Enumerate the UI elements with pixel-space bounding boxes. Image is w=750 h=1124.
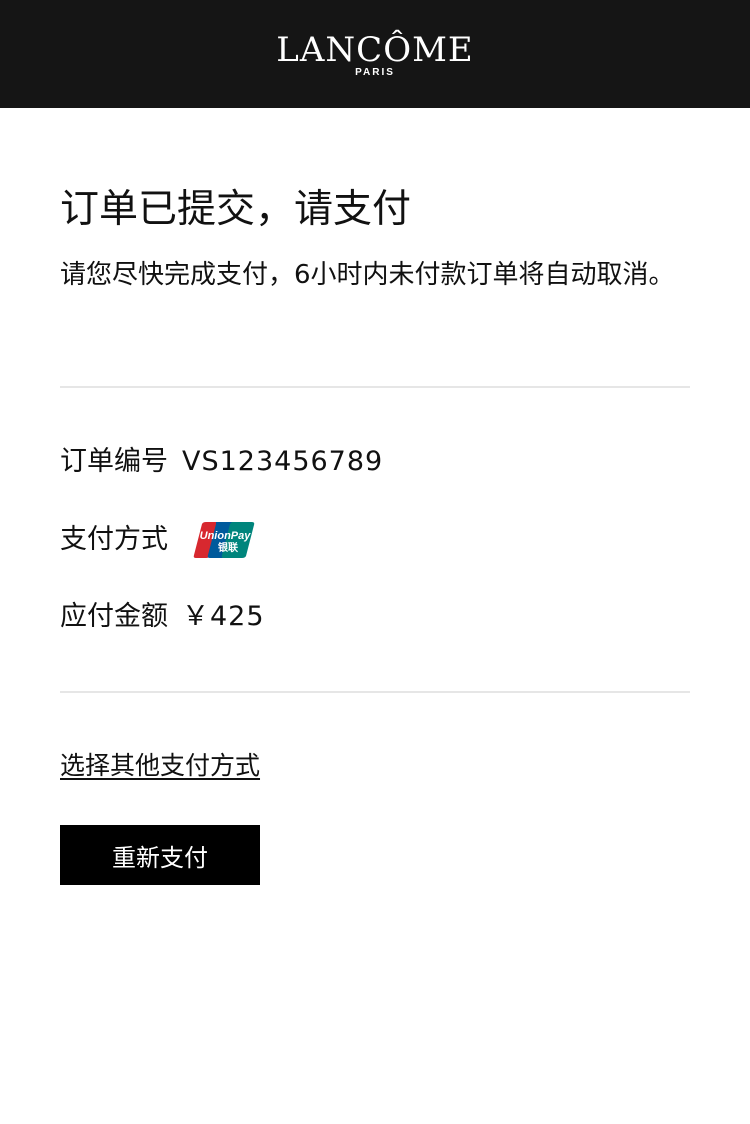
payment-method-label: 支付方式 [60, 524, 168, 555]
amount-due-value: ￥425 [182, 601, 265, 632]
svg-text:UnionPay: UnionPay [200, 530, 252, 542]
divider-top [60, 386, 690, 388]
page-title: 订单已提交，请支付 [60, 187, 412, 232]
svg-text:银联: 银联 [218, 541, 238, 554]
brand-logo[interactable]: LANCÔME [0, 30, 750, 70]
amount-due-row: 应付金额 ￥425 [60, 597, 265, 637]
brand-logo-subtitle: PARIS [355, 67, 395, 78]
order-number-row: 订单编号 VS123456789 [60, 442, 383, 482]
order-number-value: VS123456789 [182, 446, 384, 477]
unionpay-logo-icon: UnionPay 银联 [192, 520, 256, 560]
divider-bottom [60, 691, 690, 693]
amount-due-label: 应付金额 [60, 601, 168, 632]
header-bar: LANCÔME PARIS [0, 0, 750, 108]
order-number-label: 订单编号 [60, 446, 168, 477]
payment-notice: 请您尽快完成支付，6小时内未付款订单将自动取消。 [60, 260, 675, 290]
payment-method-row: 支付方式 UnionPay 银联 [60, 520, 256, 560]
repay-button[interactable]: 重新支付 [60, 825, 260, 885]
choose-other-payment-link[interactable]: 选择其他支付方式 [60, 747, 260, 785]
